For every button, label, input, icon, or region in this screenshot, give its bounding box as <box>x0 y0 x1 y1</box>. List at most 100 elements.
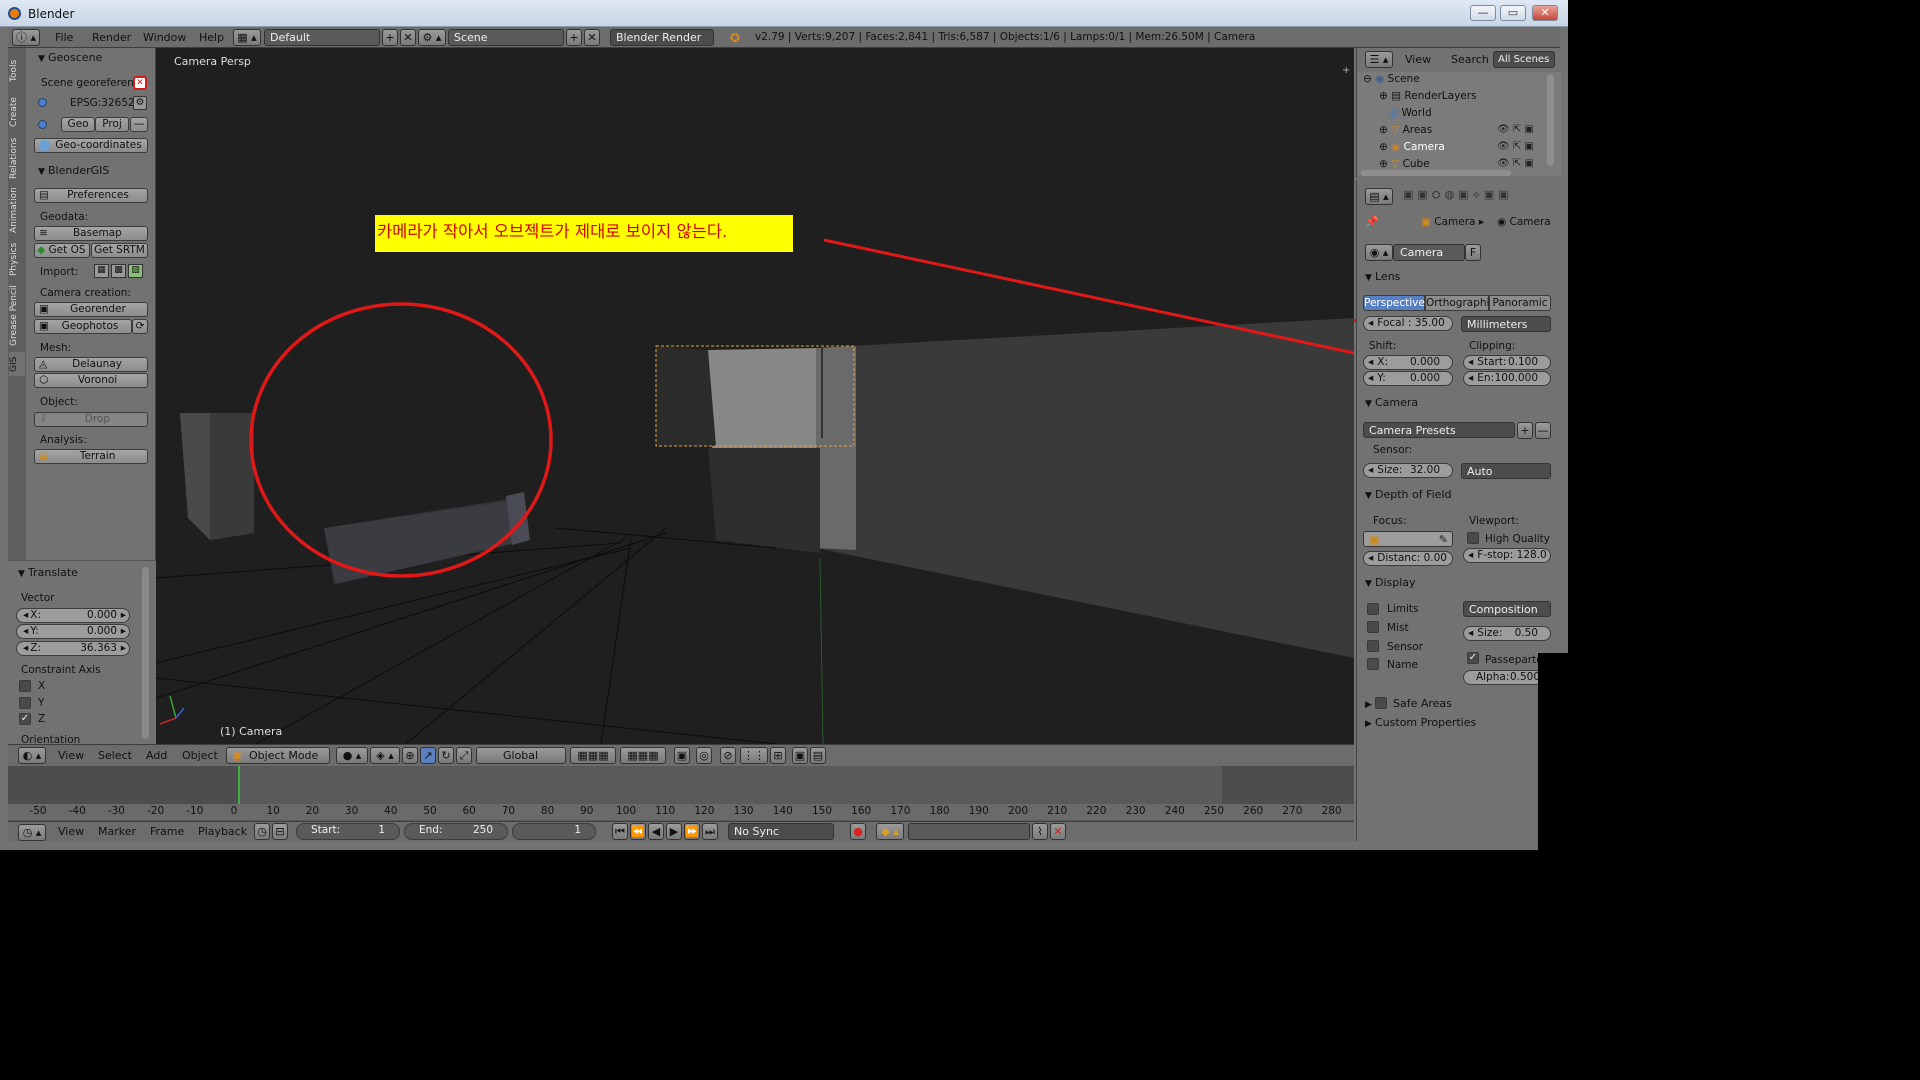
georender-button[interactable]: ▣ Georender <box>34 302 148 317</box>
geo-radio-icon[interactable] <box>38 120 47 129</box>
lock-range-icon[interactable]: ⊟ <box>272 823 288 840</box>
rotate-manipulator-icon[interactable]: ↻ <box>438 747 454 764</box>
editor-type-properties-icon[interactable]: ▤ ▴ <box>1365 188 1393 205</box>
add-scene-icon[interactable]: + <box>566 29 582 46</box>
geo-coordinates-button[interactable]: Geo-coordinates <box>34 138 148 153</box>
viewport-corner-icon[interactable]: + <box>1342 65 1350 76</box>
remove-layout-icon[interactable]: ✕ <box>400 29 416 46</box>
menu-render[interactable]: Render <box>92 31 131 44</box>
outliner-menu-search[interactable]: Search <box>1451 53 1489 66</box>
record-icon[interactable]: ● <box>850 823 866 840</box>
outliner-menu-view[interactable]: View <box>1405 53 1431 66</box>
tab-tools[interactable]: Tools <box>9 52 25 90</box>
mode-select[interactable]: ▣ Object Mode <box>226 747 330 764</box>
custom-props-section-title[interactable]: ▶ Custom Properties <box>1365 716 1476 729</box>
geo-button[interactable]: Geo <box>61 117 95 132</box>
delete-keyframe-icon[interactable]: ✕ <box>1050 823 1066 840</box>
next-keyframe-icon[interactable]: ⏩ <box>684 823 700 840</box>
display-size-field[interactable]: ◂ Size: 0.50 <box>1463 626 1551 641</box>
minimize-button[interactable]: — <box>1470 5 1496 21</box>
high-quality-checkbox[interactable] <box>1467 532 1479 544</box>
sensor-fit-select[interactable]: Auto <box>1461 463 1551 479</box>
current-frame-field[interactable]: 1 <box>512 823 596 840</box>
eyedropper-icon[interactable]: ✎ <box>1439 532 1448 547</box>
lens-type-orthographic[interactable]: Orthographic <box>1425 295 1495 311</box>
lens-type-panoramic[interactable]: Panoramic <box>1489 295 1551 311</box>
proportional-edit-icon[interactable]: ◎ <box>696 747 712 764</box>
maximize-button[interactable]: ▭ <box>1500 5 1526 21</box>
translate-manipulator-icon[interactable]: ↗ <box>420 747 436 764</box>
play-reverse-icon[interactable]: ◀ <box>648 823 664 840</box>
composition-guides-select[interactable]: Composition ... <box>1463 601 1551 631</box>
delaunay-button[interactable]: ◬ Delaunay <box>34 357 148 372</box>
translate-scrollbar[interactable] <box>142 567 149 739</box>
render-engine-select[interactable]: Blender Render <box>610 29 714 46</box>
render-anim-icon[interactable]: ▤ <box>810 747 826 764</box>
outliner-scrollbar[interactable] <box>1547 74 1554 166</box>
tab-grease-pencil[interactable]: Grease Pencil <box>9 282 25 350</box>
geoscene-panel-title[interactable]: ▼ Geoscene <box>38 51 102 64</box>
menu-help[interactable]: Help <box>199 31 224 44</box>
proj-button[interactable]: Proj <box>95 117 129 132</box>
crs-radio-icon[interactable] <box>38 98 47 107</box>
play-icon[interactable]: ▶ <box>666 823 682 840</box>
get-srtm-button[interactable]: Get SRTM <box>91 243 148 258</box>
remove-scene-icon[interactable]: ✕ <box>584 29 600 46</box>
terrain-button[interactable]: ◒ Terrain <box>34 449 148 464</box>
preferences-button[interactable]: ▤ Preferences <box>34 188 148 203</box>
add-layout-icon[interactable]: + <box>382 29 398 46</box>
safe-areas-section-title[interactable]: ▶ Safe Areas <box>1365 695 1452 710</box>
outliner-display-select[interactable]: All Scenes <box>1493 51 1555 68</box>
editor-type-3dview-icon[interactable]: ◐ ▴ <box>18 747 46 764</box>
snap-options-icon[interactable]: ⊞ <box>770 747 786 764</box>
geophotos-button[interactable]: ▣ Geophotos <box>34 319 132 334</box>
properties-context-tabs[interactable]: ▣▣⛭◍▣⟡▣▣ <box>1403 188 1553 205</box>
restrict-icons-areas[interactable]: 👁 ⇱ ▣ <box>1497 124 1534 135</box>
tl-menu-view[interactable]: View <box>58 825 84 838</box>
manipulator-toggle-icon[interactable]: ⊕ <box>402 747 418 764</box>
geo-remove-button[interactable]: — <box>130 117 148 132</box>
keying-set-icon[interactable]: ◆ ▴ <box>876 823 904 840</box>
camera-section-title[interactable]: ▼ Camera <box>1365 396 1418 409</box>
constraint-z-checkbox[interactable]: ✓ <box>19 713 31 725</box>
constraint-y-checkbox[interactable] <box>19 697 31 709</box>
remove-preset-icon[interactable]: — <box>1535 422 1551 439</box>
menu-window[interactable]: Window <box>143 31 186 44</box>
fstop-field[interactable]: ◂ F-stop: 128.0 <box>1463 548 1551 563</box>
shift-x-field[interactable]: ◂ X: 0.000 <box>1363 355 1453 370</box>
lens-type-perspective[interactable]: Perspective <box>1363 295 1425 311</box>
snap-toggle-icon[interactable]: ⊘ <box>720 747 736 764</box>
prev-keyframe-icon[interactable]: ⏪ <box>630 823 646 840</box>
safe-areas-checkbox[interactable] <box>1375 697 1387 709</box>
import-osm-icon[interactable]: ▧ <box>128 264 143 278</box>
restrict-icons-camera[interactable]: 👁 ⇱ ▣ <box>1497 141 1534 152</box>
vp-menu-select[interactable]: Select <box>98 749 132 762</box>
shading-select[interactable]: ● ▴ <box>336 747 368 764</box>
restrict-icons-cube[interactable]: 👁 ⇱ ▣ <box>1497 158 1534 169</box>
scene-field[interactable]: Scene <box>448 29 564 46</box>
clip-start-field[interactable]: ◂ Start: 0.100 <box>1463 355 1551 370</box>
outliner-hscrollbar[interactable] <box>1361 170 1511 176</box>
datablock-browse-icon[interactable]: ◉ ▴ <box>1365 244 1393 261</box>
translate-panel-title[interactable]: ▼ Translate <box>18 566 78 579</box>
sync-select[interactable]: No Sync <box>728 823 834 840</box>
outliner-world[interactable]: ◍ World <box>1379 107 1432 119</box>
keying-set-field[interactable] <box>908 823 1030 840</box>
drop-button[interactable]: ⇩ Drop <box>34 412 148 427</box>
editor-type-timeline-icon[interactable]: ◷ ▴ <box>18 824 46 841</box>
voronoi-button[interactable]: ⬡ Voronoi <box>34 373 148 388</box>
display-section-title[interactable]: ▼ Display <box>1365 576 1416 589</box>
add-preset-icon[interactable]: + <box>1517 422 1533 439</box>
clip-end-field[interactable]: ◂ En: 100.000 <box>1463 371 1551 386</box>
pin-icon[interactable]: 📌 <box>1365 215 1379 228</box>
outliner-cube[interactable]: ⊕ ▽ Cube <box>1379 158 1430 170</box>
import-shapefile-icon[interactable]: ▦ <box>94 264 109 278</box>
blendergis-panel-title[interactable]: ▼ BlenderGIS <box>38 164 109 177</box>
tab-animation[interactable]: Animation <box>9 184 25 236</box>
current-frame-marker[interactable] <box>238 766 240 804</box>
geophotos-refresh-icon[interactable]: ⟳ <box>132 319 148 334</box>
lens-section-title[interactable]: ▼ Lens <box>1365 270 1400 283</box>
scale-manipulator-icon[interactable]: ⤢ <box>456 747 472 764</box>
jump-end-icon[interactable]: ⏭ <box>702 823 718 840</box>
constraint-x-checkbox[interactable] <box>19 680 31 692</box>
